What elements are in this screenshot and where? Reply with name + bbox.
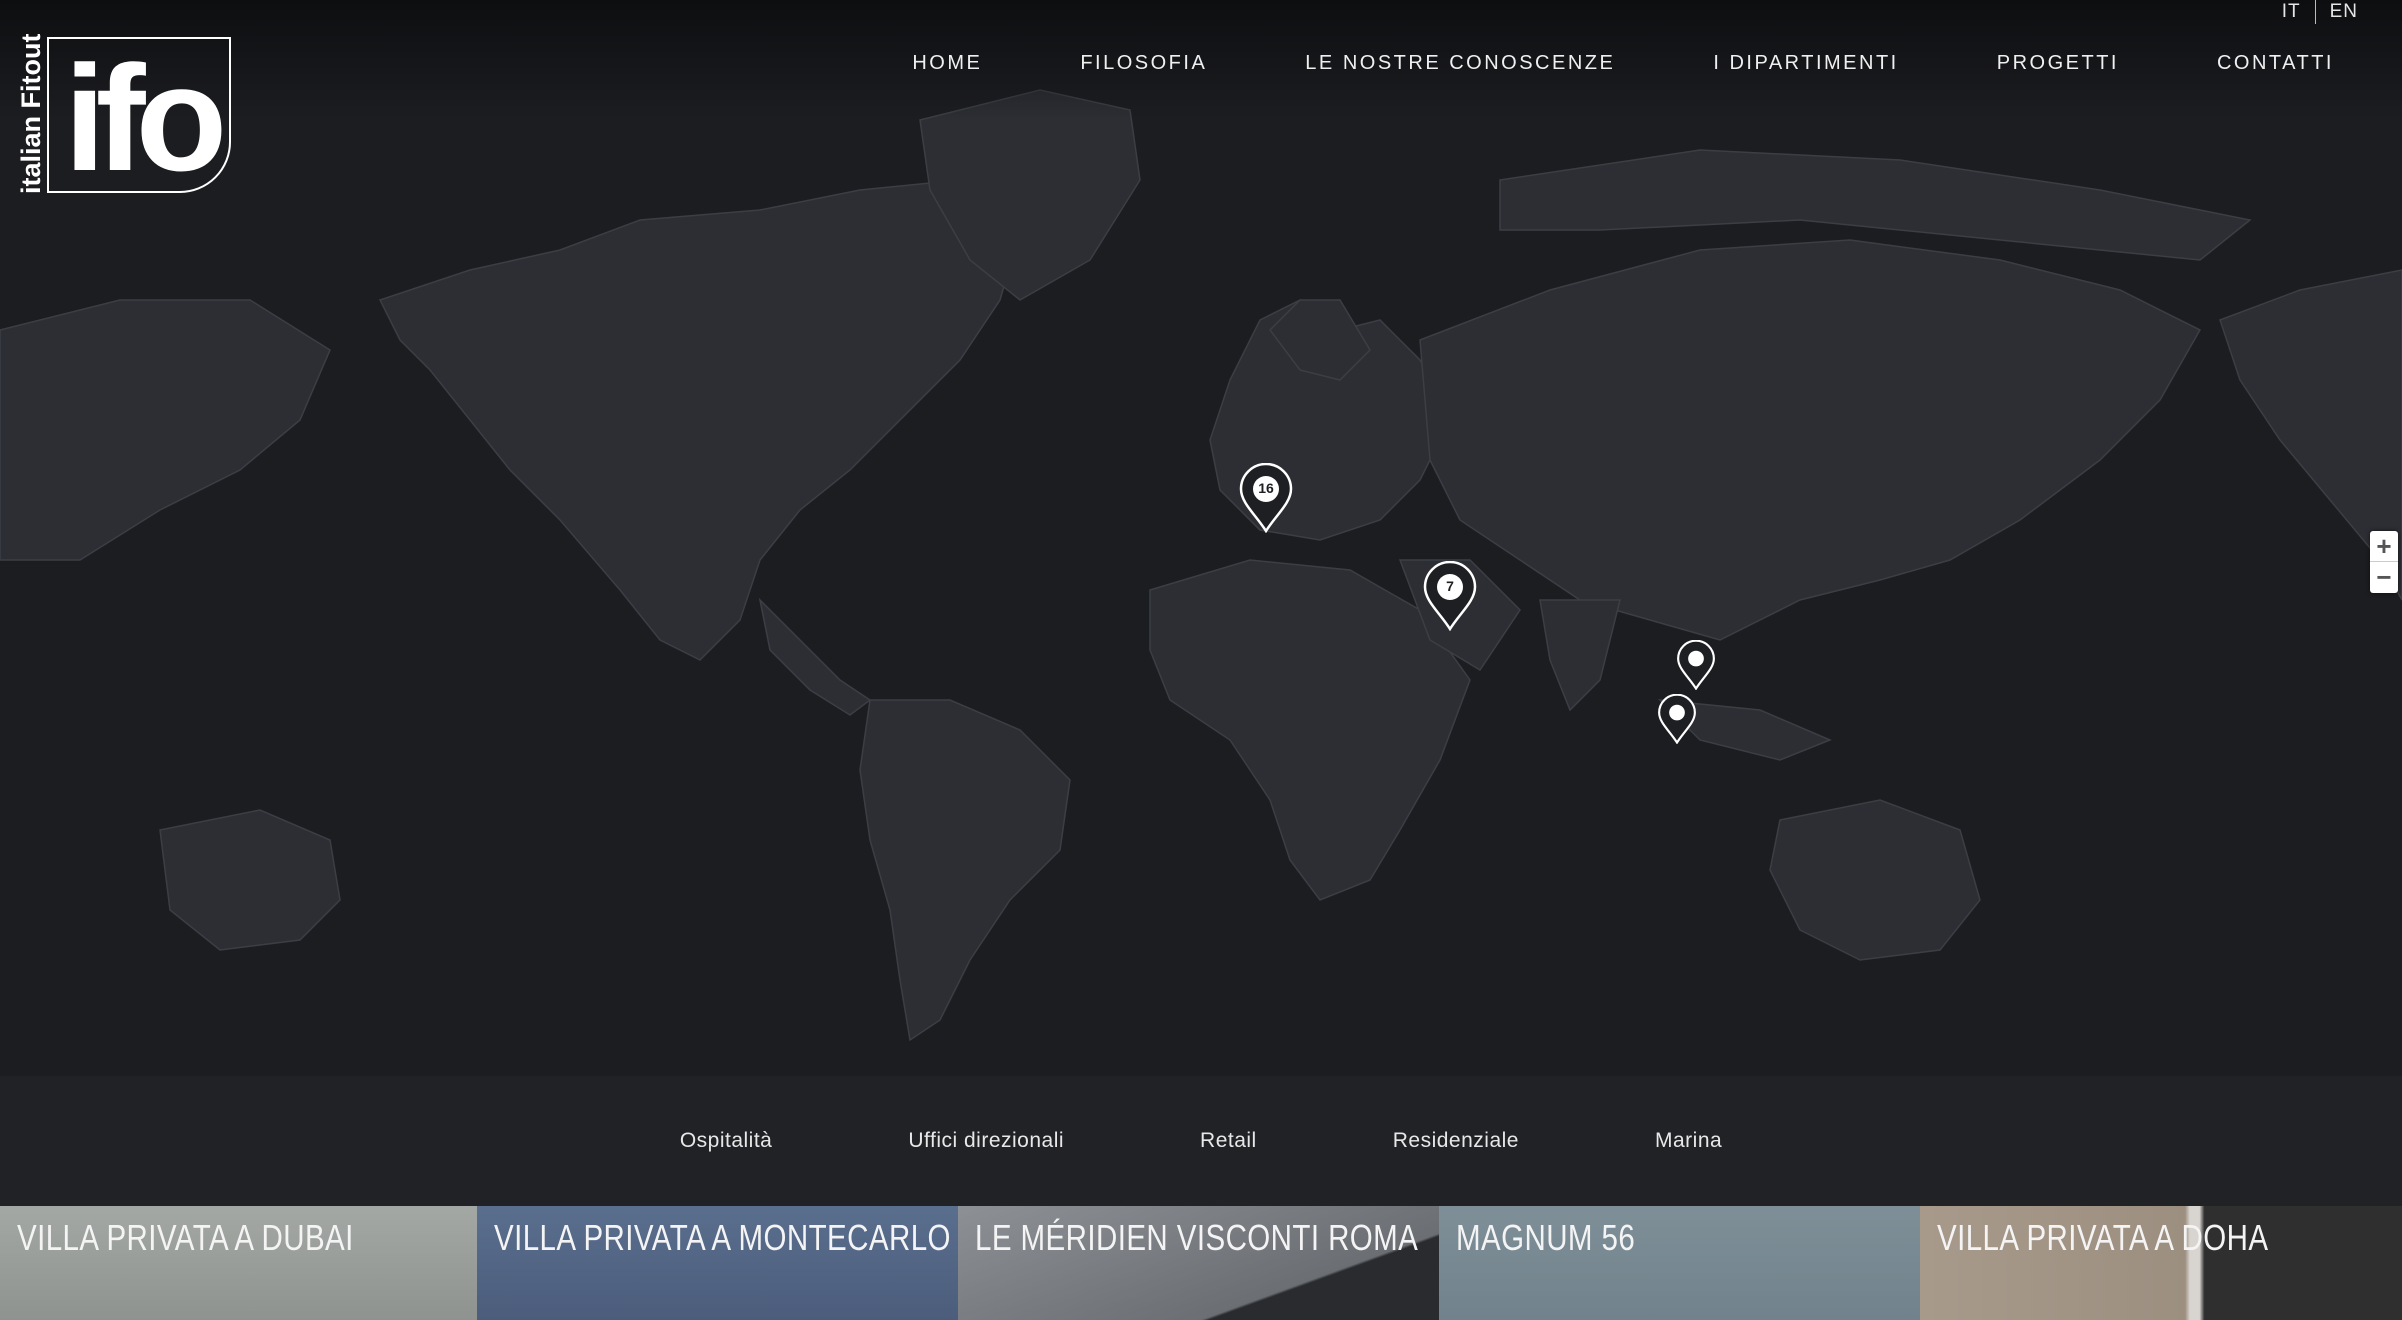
map-pin-icon [1677,639,1715,691]
map-pin-icon [1423,560,1477,632]
project-title: VILLA PRIVATA A DUBAI [17,1217,354,1258]
project-title: VILLA PRIVATA A MONTECARLO [494,1217,951,1258]
project-card[interactable]: MAGNUM 56 [1439,1206,1920,1320]
category-residenziale[interactable]: Residenziale [1393,1129,1519,1153]
project-card[interactable]: LE MÉRIDIEN VISCONTI ROMA [958,1206,1439,1320]
project-title: MAGNUM 56 [1456,1217,1636,1258]
lang-en[interactable]: EN [2316,1,2372,23]
main-nav: HOME FILOSOFIA LE NOSTRE CONOSCENZE I DI… [912,52,2334,75]
nav-contatti[interactable]: CONTATTI [2217,52,2334,75]
nav-progetti[interactable]: PROGETTI [1997,52,2119,75]
language-switch: IT EN [2268,0,2372,24]
map-marker-single[interactable] [1676,639,1716,691]
project-title: VILLA PRIVATA A DOHA [1937,1217,2269,1258]
zoom-out-button[interactable]: − [2370,562,2398,592]
marker-count: 7 [1446,578,1454,594]
nav-dipartimenti[interactable]: I DIPARTIMENTI [1713,52,1898,75]
category-ospitalita[interactable]: Ospitalità [680,1129,773,1153]
zoom-in-button[interactable]: + [2370,531,2398,562]
nav-filosofia[interactable]: FILOSOFIA [1080,52,1207,75]
project-card[interactable]: VILLA PRIVATA A DOHA [1920,1206,2402,1320]
project-title: LE MÉRIDIEN VISCONTI ROMA [975,1217,1419,1258]
nav-conoscenze[interactable]: LE NOSTRE CONOSCENZE [1305,52,1615,75]
category-retail[interactable]: Retail [1200,1129,1257,1153]
map-marker-cluster[interactable]: 7 [1422,560,1478,632]
map-pin-icon [1239,462,1293,534]
category-filter: Ospitalità Uffici direzionali Retail Res… [0,1076,2402,1206]
logo-tagline: italian Fitout [16,34,46,194]
lang-it[interactable]: IT [2268,1,2315,23]
project-card[interactable]: VILLA PRIVATA A DUBAI [0,1206,477,1320]
map-zoom-control: + − [2370,531,2398,593]
nav-home[interactable]: HOME [912,52,982,75]
map-marker-cluster[interactable]: 16 [1238,462,1294,534]
logo-wordmark: ifo [64,34,222,194]
world-map-land [0,89,2402,1042]
project-card[interactable]: VILLA PRIVATA A MONTECARLO [477,1206,958,1320]
logo[interactable]: italian Fitout ifo [14,34,234,202]
world-map[interactable] [0,0,2402,1076]
marker-count: 16 [1258,480,1274,496]
category-marina[interactable]: Marina [1655,1129,1722,1153]
map-pin-icon [1658,693,1696,745]
category-uffici[interactable]: Uffici direzionali [908,1129,1064,1153]
map-marker-single[interactable] [1657,693,1697,745]
project-strip: VILLA PRIVATA A DUBAI VILLA PRIVATA A MO… [0,1206,2402,1320]
